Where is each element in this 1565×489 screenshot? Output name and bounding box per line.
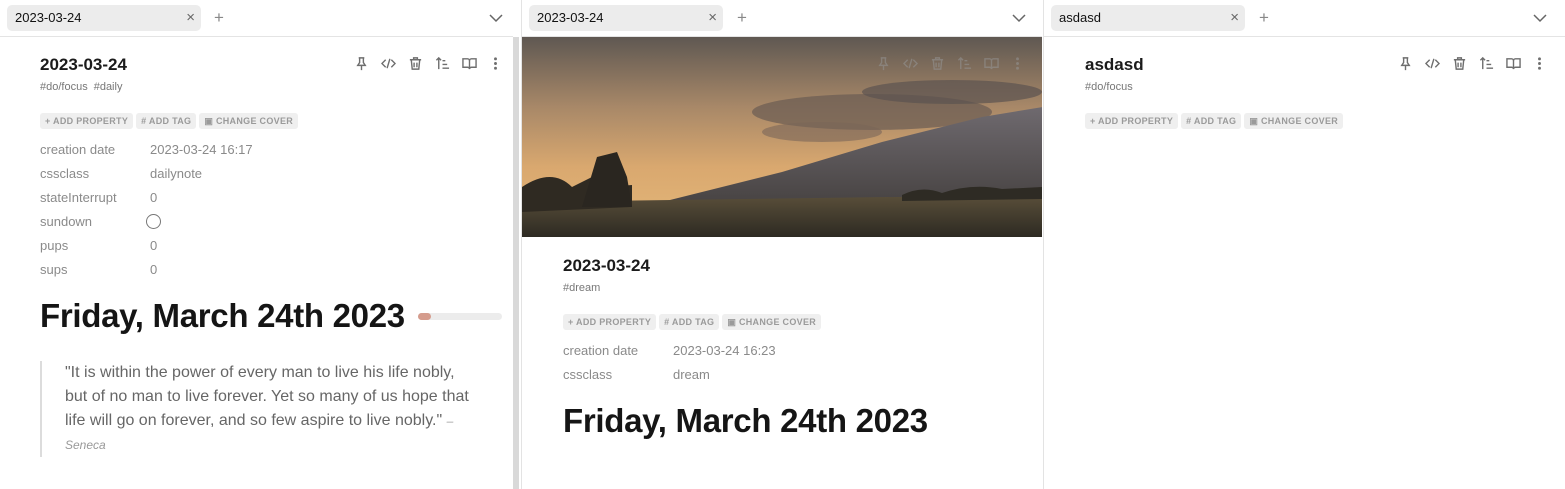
tab-bar: asdasd × + [1044, 0, 1565, 37]
add-tag-button[interactable]: # ADD TAG [1181, 113, 1242, 129]
tab-label: 2023-03-24 [15, 10, 82, 25]
tab-note[interactable]: 2023-03-24 × [529, 5, 723, 31]
property-value[interactable]: dailynote [150, 165, 202, 183]
book-icon[interactable] [1504, 53, 1522, 73]
property-row: creation date 2023-03-24 16:23 [563, 342, 863, 366]
day-progress-bar [418, 313, 502, 320]
property-row: sundown [40, 213, 340, 237]
pane-middle: 2023-03-24 × + 2023-03-24 #dream + ADD P… [521, 0, 1042, 489]
tag[interactable]: #do/focus [40, 81, 88, 93]
code-icon[interactable] [901, 53, 919, 73]
trash-icon[interactable] [406, 53, 424, 73]
new-tab-icon[interactable]: + [737, 8, 747, 28]
code-icon[interactable] [379, 53, 397, 73]
note-title: 2023-03-24 [40, 55, 127, 74]
note-title: asdasd [1085, 55, 1144, 74]
tag-list: #dream [563, 282, 606, 294]
change-cover-button[interactable]: ▣ CHANGE COVER [199, 113, 299, 129]
tag-list: #do/focus [1085, 81, 1139, 93]
note-toolbar-chips: + ADD PROPERTY # ADD TAG ▣ CHANGE COVER [40, 111, 301, 129]
close-icon[interactable]: × [186, 5, 195, 31]
properties: creation date 2023-03-24 16:23 cssclass dr… [563, 342, 863, 390]
chevron-down-icon[interactable] [487, 9, 505, 27]
property-value[interactable]: 0 [150, 237, 157, 255]
property-key: creation date [563, 343, 639, 358]
more-icon[interactable] [486, 53, 504, 73]
change-cover-button[interactable]: ▣ CHANGE COVER [1244, 113, 1344, 129]
sort-icon[interactable] [955, 53, 973, 73]
tab-bar: 2023-03-24 × + [0, 0, 513, 37]
property-key: cssclass [40, 166, 90, 181]
change-cover-button[interactable]: ▣ CHANGE COVER [722, 314, 822, 330]
property-row: pups 0 [40, 237, 340, 261]
property-value[interactable]: 2023-03-24 16:23 [673, 342, 776, 360]
property-key: stateInterrupt [40, 190, 117, 205]
code-icon[interactable] [1423, 53, 1441, 73]
property-value[interactable]: dream [673, 366, 710, 384]
property-row: sups 0 [40, 261, 340, 285]
property-value[interactable]: 2023-03-24 16:17 [150, 141, 253, 159]
trash-icon[interactable] [928, 53, 946, 73]
tab-label: asdasd [1059, 10, 1101, 25]
note-toolbar-chips: + ADD PROPERTY # ADD TAG ▣ CHANGE COVER [563, 312, 824, 330]
sort-icon[interactable] [433, 53, 451, 73]
tab-note[interactable]: 2023-03-24 × [7, 5, 201, 31]
property-key: creation date [40, 142, 116, 157]
book-icon[interactable] [982, 53, 1000, 73]
book-icon[interactable] [460, 53, 478, 73]
close-icon[interactable]: × [1230, 5, 1239, 31]
property-row: cssclass dailynote [40, 165, 340, 189]
property-key: cssclass [563, 367, 613, 382]
tag-list: #do/focus #daily [40, 81, 128, 93]
property-value[interactable]: 0 [150, 189, 157, 207]
more-icon[interactable] [1008, 53, 1026, 73]
tab-label: 2023-03-24 [537, 10, 604, 25]
page-heading: Friday, March 24th 2023 [563, 402, 928, 439]
sundown-checkbox[interactable] [146, 214, 161, 229]
note-toolbar-chips: + ADD PROPERTY # ADD TAG ▣ CHANGE COVER [1085, 111, 1346, 129]
add-property-button[interactable]: + ADD PROPERTY [563, 314, 657, 330]
property-row: stateInterrupt 0 [40, 189, 340, 213]
chevron-down-icon[interactable] [1531, 9, 1549, 27]
add-tag-button[interactable]: # ADD TAG [659, 314, 720, 330]
property-value[interactable]: 0 [150, 261, 157, 279]
new-tab-icon[interactable]: + [1259, 8, 1269, 28]
scrollbar[interactable] [513, 37, 519, 489]
tab-note[interactable]: asdasd × [1051, 5, 1245, 31]
note-title: 2023-03-24 [563, 256, 650, 275]
note-actions [1396, 53, 1546, 73]
more-icon[interactable] [1530, 53, 1548, 73]
chevron-down-icon[interactable] [1010, 9, 1028, 27]
close-icon[interactable]: × [708, 5, 717, 31]
add-property-button[interactable]: + ADD PROPERTY [1085, 113, 1179, 129]
tab-bar: 2023-03-24 × + [522, 0, 1042, 37]
property-key: pups [40, 238, 69, 253]
sort-icon[interactable] [1477, 53, 1495, 73]
quote-block: "It is within the power of every man to … [40, 361, 480, 457]
tag[interactable]: #do/focus [1085, 81, 1133, 93]
pane-right: asdasd × + asdasd #do/focus + ADD PROPER… [1043, 0, 1565, 489]
property-row: cssclass dream [563, 366, 863, 390]
property-key: sups [40, 262, 68, 277]
property-row: creation date 2023-03-24 16:17 [40, 141, 340, 165]
trash-icon[interactable] [1450, 53, 1468, 73]
add-tag-button[interactable]: # ADD TAG [136, 113, 197, 129]
quote-text: "It is within the power of every man to … [65, 364, 469, 429]
pin-icon[interactable] [874, 53, 892, 73]
add-property-button[interactable]: + ADD PROPERTY [40, 113, 134, 129]
day-progress-fill [418, 313, 431, 320]
pin-icon[interactable] [352, 53, 370, 73]
properties: creation date 2023-03-24 16:17 cssclass da… [40, 141, 340, 285]
page-heading: Friday, March 24th 2023 [40, 297, 405, 334]
pane-left: 2023-03-24 × + 2023-03-24 #do/focus #dail… [0, 0, 513, 489]
property-key: sundown [40, 214, 93, 229]
tag[interactable]: #daily [94, 81, 123, 93]
pin-icon[interactable] [1396, 53, 1414, 73]
tag[interactable]: #dream [563, 282, 600, 294]
note-actions [352, 53, 502, 73]
new-tab-icon[interactable]: + [214, 8, 224, 28]
note-actions [874, 53, 1024, 73]
